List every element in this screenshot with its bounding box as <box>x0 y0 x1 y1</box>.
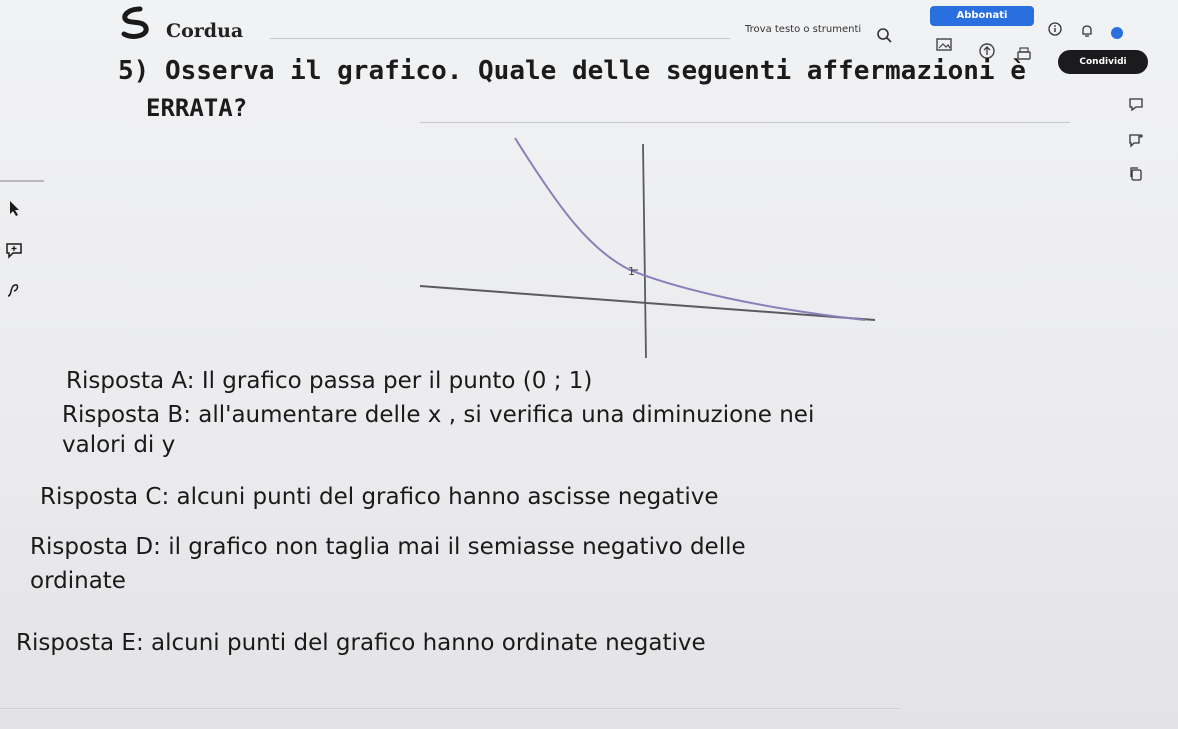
answer-e: Risposta E: alcuni punti del grafico han… <box>16 630 706 656</box>
document-title: Cordua <box>166 20 244 42</box>
answer-d: Risposta D: il grafico non taglia mai il… <box>30 534 746 560</box>
app-logo-icon <box>121 6 149 39</box>
exponential-graph: 1 <box>419 137 876 359</box>
left-toolbar-separator <box>0 180 44 182</box>
answer-b-continued: valori di y <box>62 432 176 458</box>
answer-a: Risposta A: Il grafico passa per il punt… <box>66 368 593 394</box>
account-avatar-icon[interactable] <box>1110 26 1124 40</box>
info-icon[interactable] <box>1048 22 1062 36</box>
chat-assistant-icon[interactable] <box>1128 96 1144 112</box>
answer-d-continued: ordinate <box>30 568 126 594</box>
tick-label: 1 <box>628 265 635 278</box>
y-axis <box>642 143 647 359</box>
subscribe-button[interactable]: Abbonati <box>930 6 1034 26</box>
title-divider <box>270 38 730 39</box>
bottom-divider <box>0 708 900 709</box>
bell-icon[interactable] <box>1080 24 1094 38</box>
comment-add-icon[interactable] <box>1128 132 1144 148</box>
cursor-icon[interactable] <box>4 198 24 218</box>
copy-icon[interactable] <box>1128 166 1144 182</box>
question-text: 5) Osserva il grafico. Quale delle segue… <box>118 56 1026 86</box>
question-text-continued: ERRATA? <box>146 94 248 122</box>
exponential-curve <box>514 137 866 321</box>
answer-c: Risposta C: alcuni punti del grafico han… <box>40 484 719 510</box>
content-divider <box>420 122 1070 123</box>
answer-b: Risposta B: all'aumentare delle x , si v… <box>62 402 815 428</box>
comment-icon[interactable] <box>4 240 24 260</box>
top-bar: Cordua Trova testo o strumenti Abbonati … <box>0 0 1178 74</box>
image-icon[interactable] <box>935 36 953 54</box>
draw-icon[interactable] <box>4 280 24 300</box>
search-icon[interactable] <box>876 27 894 45</box>
search-label[interactable]: Trova testo o strumenti <box>745 24 861 35</box>
x-axis <box>419 285 876 321</box>
